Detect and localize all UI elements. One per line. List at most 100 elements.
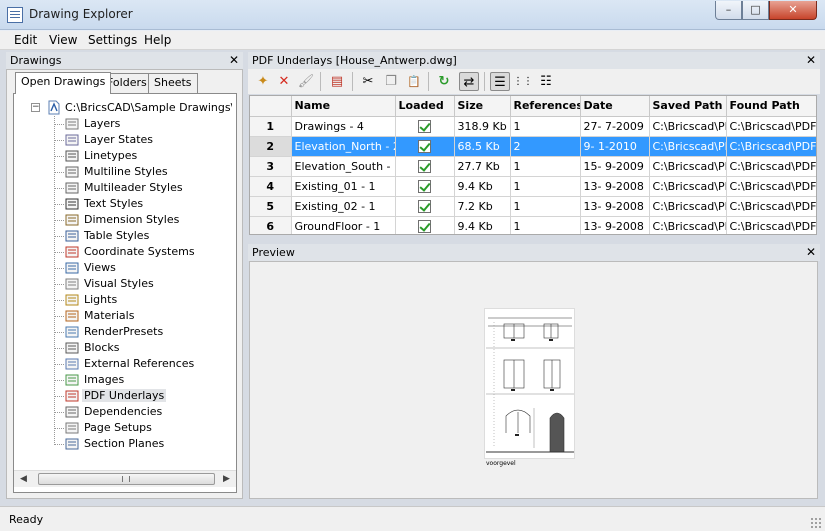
menu-settings[interactable]: Settings [88,33,137,47]
table-row[interactable]: 2 Elevation_North - 2 68.5 Kb 2 9- 1-2010 C:… [250,136,816,157]
tree-item[interactable]: PDF Underlays [54,388,234,404]
drawings-pane-close-icon[interactable]: ✕ [229,52,239,69]
row-number: 3 [250,156,292,177]
delete-icon[interactable]: ✕ [274,72,294,91]
menu-help[interactable]: Help [144,33,171,47]
loaded-checkbox[interactable] [418,139,431,153]
menu-view[interactable]: View [49,33,77,47]
tree-item[interactable]: Table Styles [54,228,234,244]
cell-loaded [395,116,455,137]
loaded-checkbox[interactable] [418,199,431,213]
tree-item[interactable]: Layer States [54,132,234,148]
table-row[interactable]: 6 GroundFloor - 1 9.4 Kb 1 13- 9-2008 C:\Bric… [250,216,816,234]
copy-icon[interactable]: ❐ [381,72,401,91]
scroll-right-icon[interactable]: ▶ [223,474,230,484]
tree-item[interactable]: Text Styles [54,196,234,212]
title-bar: Drawing Explorer – □ ✕ [0,0,825,30]
scrollbar-thumb[interactable] [38,473,215,485]
tree-collapse-icon[interactable]: − [31,103,40,112]
new-underlay-icon[interactable]: ✦ [253,72,273,91]
status-text: Ready [9,513,44,526]
column-header-date[interactable]: Date [580,96,650,117]
attach-pdf-icon[interactable]: ▤ [327,72,347,91]
tree-horizontal-scrollbar[interactable]: ◀ ▶ [14,470,236,487]
tree-item[interactable]: Multileader Styles [54,180,234,196]
underlays-pane-title: PDF Underlays [House_Antwerp.dwg] [252,54,457,67]
tree-item-label: Dimension Styles [84,213,180,226]
cell-saved-path: C:\Bricscad\PDF\GroundFloor.pdf [649,216,727,234]
tree-item[interactable]: Lights [54,292,234,308]
cell-references: 1 [510,116,581,137]
tree-item[interactable]: Page Setups [54,420,234,436]
table-row[interactable]: 4 Existing_01 - 1 9.4 Kb 1 13- 9-2008 C:\Bric… [250,176,816,197]
loaded-checkbox[interactable] [418,179,431,193]
tree-root-drawing[interactable]: C:\BricsCAD\Sample Drawings\House_Antwer… [65,101,232,114]
tree-item[interactable]: Blocks [54,340,234,356]
tree-item[interactable]: RenderPresets [54,324,234,340]
status-bar: Ready [0,506,825,531]
tab-sheets[interactable]: Sheets [148,73,198,93]
loaded-checkbox[interactable] [418,159,431,173]
cell-date: 13- 9-2008 [580,216,650,234]
cell-loaded [395,156,455,177]
underlays-table: Name Loaded Size References Date Saved P… [249,95,817,235]
paste-icon[interactable]: 📋 [404,72,424,91]
tree-item[interactable]: Dimension Styles [54,212,234,228]
cell-name: Drawings - 4 [291,116,396,137]
cell-references: 1 [510,216,581,234]
tree-item[interactable]: Linetypes [54,148,234,164]
tree-item[interactable]: Layers [54,116,234,132]
purge-icon[interactable]: 🖌 [296,72,316,91]
loaded-checkbox[interactable] [418,119,431,133]
tree-item[interactable]: Images [54,372,234,388]
table-row[interactable]: 5 Existing_02 - 1 7.2 Kb 1 13- 9-2008 C:\Bric… [250,196,816,217]
tree-item[interactable]: Multiline Styles [54,164,234,180]
tree-item[interactable]: Dependencies [54,404,234,420]
tree-item-label: Layers [84,117,121,130]
column-header-references[interactable]: References [510,96,581,117]
maximize-button[interactable]: □ [742,1,769,20]
close-button[interactable]: ✕ [769,1,817,20]
column-header-found-path[interactable]: Found Path [726,96,816,117]
column-header-saved-path[interactable]: Saved Path [649,96,727,117]
tree-item-label: Multileader Styles [84,181,183,194]
tab-open-drawings[interactable]: Open Drawings [15,72,112,94]
section-planes-icon [65,438,79,450]
underlays-pane-close-icon[interactable]: ✕ [806,52,816,69]
tree-view-icon[interactable]: ☷ [536,72,556,91]
column-header-size[interactable]: Size [454,96,511,117]
tree-connector [54,140,64,141]
cut-icon[interactable]: ✂ [358,72,378,91]
tree-item[interactable]: Views [54,260,234,276]
menu-edit[interactable]: Edit [14,33,37,47]
preview-pane-close-icon[interactable]: ✕ [806,244,816,261]
tree-item-label: PDF Underlays [82,389,167,402]
table-styles-icon [65,230,79,242]
icon-view-icon[interactable]: ⋮⋮ [513,72,533,91]
tree-item[interactable]: Coordinate Systems [54,244,234,260]
table-row[interactable]: 3 Elevation_South - 1 27.7 Kb 1 15- 9-2009 C:… [250,156,816,177]
materials-icon [65,310,79,322]
tree-connector [54,412,64,413]
sync-icon[interactable]: ⇄ [459,72,479,91]
table-row[interactable]: 1 Drawings - 4 318.9 Kb 1 27- 7-2009 C:\Brics… [250,116,816,137]
minimize-button[interactable]: – [715,1,742,20]
reload-icon[interactable]: ↻ [434,72,454,91]
details-view-icon[interactable]: ☰ [490,72,510,91]
window-title: Drawing Explorer [29,7,133,21]
column-header-rownum [250,96,292,117]
loaded-checkbox[interactable] [418,219,431,233]
cell-found-path: C:\Bricscad\PDF\Existing_02.pdf [726,196,816,217]
resize-grip-icon[interactable] [810,517,821,528]
column-header-loaded[interactable]: Loaded [395,96,455,117]
tree-item[interactable]: Visual Styles [54,276,234,292]
tree-item[interactable]: Section Planes [54,436,234,452]
tree-item-label: Linetypes [84,149,138,162]
tree-item[interactable]: Materials [54,308,234,324]
cell-date: 13- 9-2008 [580,196,650,217]
scroll-left-icon[interactable]: ◀ [20,474,27,484]
tree-item[interactable]: External References [54,356,234,372]
drawings-pane-title: Drawings [10,54,62,67]
drawings-pane-header: Drawings ✕ [6,52,243,69]
column-header-name[interactable]: Name [291,96,396,117]
